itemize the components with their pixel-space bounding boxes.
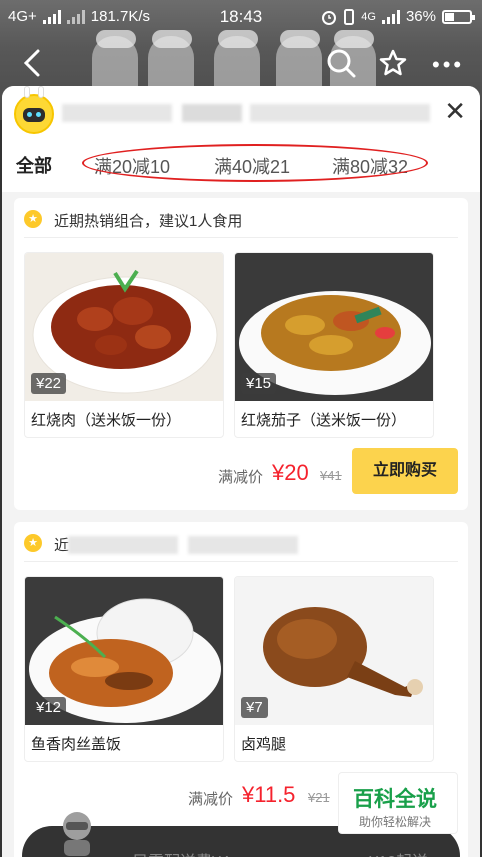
price-tag: ¥12 (31, 697, 67, 718)
price-tag: ¥7 (241, 697, 268, 718)
highlight-oval (82, 144, 428, 182)
dish-card[interactable]: ¥7 卤鸡腿 (234, 576, 434, 762)
min-order-text: ¥10起送 (369, 848, 428, 857)
dish-card[interactable]: ¥22 红烧肉（送米饭一份） (24, 252, 224, 438)
watermark-title: 百科全说 (353, 788, 437, 811)
blurred-store-name (250, 104, 430, 122)
store-avatar (14, 86, 54, 134)
combo-title: 近 (54, 537, 70, 554)
battery-percent: 36% (405, 8, 436, 25)
dish-card[interactable]: ¥12 鱼香肉丝盖饭 (24, 576, 224, 762)
discount-label: 满减价 (188, 791, 234, 808)
discount-price: ¥20 (272, 460, 309, 485)
blurred-store-name (62, 104, 172, 122)
watermark-badge: 百科全说 助你轻松解决 (338, 772, 458, 834)
close-icon[interactable]: ✕ (444, 98, 466, 124)
star-badge-icon: ★ (24, 210, 42, 228)
dish-name: 红烧肉（送米饭一份） (31, 412, 182, 429)
discount-label: 满减价 (218, 469, 264, 486)
original-price: ¥41 (320, 468, 342, 483)
back-icon[interactable] (20, 48, 46, 78)
network-right-label: 4G (361, 10, 376, 23)
price-tag: ¥22 (31, 373, 67, 394)
dish-name: 卤鸡腿 (241, 736, 287, 753)
favorite-star-icon[interactable] (378, 48, 408, 78)
price-tag: ¥15 (241, 373, 277, 394)
buy-row: 满减价 ¥20 ¥41 立即购买 (14, 448, 468, 508)
blurred-combo-title (68, 536, 178, 554)
dish-name: 红烧茄子（送米饭一份） (241, 412, 407, 429)
combo-sheet: ✕ 全部 满20减10 满40减21 满80减32 ★ 近期热销组合，建议1人食… (2, 86, 480, 857)
combo-card: ★ 近期热销组合，建议1人食用 ¥22 红烧肉（送米饭一份） ¥15 红烧茄子（… (14, 198, 468, 510)
promo-tabs: 全部 满20减10 满40减21 满80减32 (2, 144, 480, 182)
sheet-header: ✕ 全部 满20减10 满40减21 满80减32 (2, 86, 480, 192)
original-price: ¥21 (308, 790, 330, 805)
discount-price: ¥11.5 (242, 782, 296, 807)
tab-all[interactable]: 全部 (16, 152, 52, 178)
signal-icon (381, 9, 400, 24)
star-badge-icon: ★ (24, 534, 42, 552)
status-bar: 4G+ 181.7K/s 18:43 4G 36% (0, 0, 482, 34)
combo-title: 近期热销组合，建议1人食用 (54, 213, 243, 230)
alarm-icon (322, 10, 337, 25)
more-icon[interactable]: ••• (432, 52, 464, 78)
search-icon[interactable] (326, 48, 356, 78)
battery-icon (442, 9, 475, 24)
buy-now-button[interactable]: 立即购买 (352, 448, 458, 494)
blurred-store-name (182, 104, 242, 122)
delivery-mascot-icon (63, 812, 91, 856)
delivery-fee-text: 另需配送费¥4 (132, 848, 230, 857)
blurred-combo-title (188, 536, 298, 554)
dish-card[interactable]: ¥15 红烧茄子（送米饭一份） (234, 252, 434, 438)
dish-name: 鱼香肉丝盖饭 (31, 736, 122, 753)
vibrate-icon (344, 8, 355, 25)
watermark-subtitle: 助你轻松解决 (359, 815, 432, 829)
